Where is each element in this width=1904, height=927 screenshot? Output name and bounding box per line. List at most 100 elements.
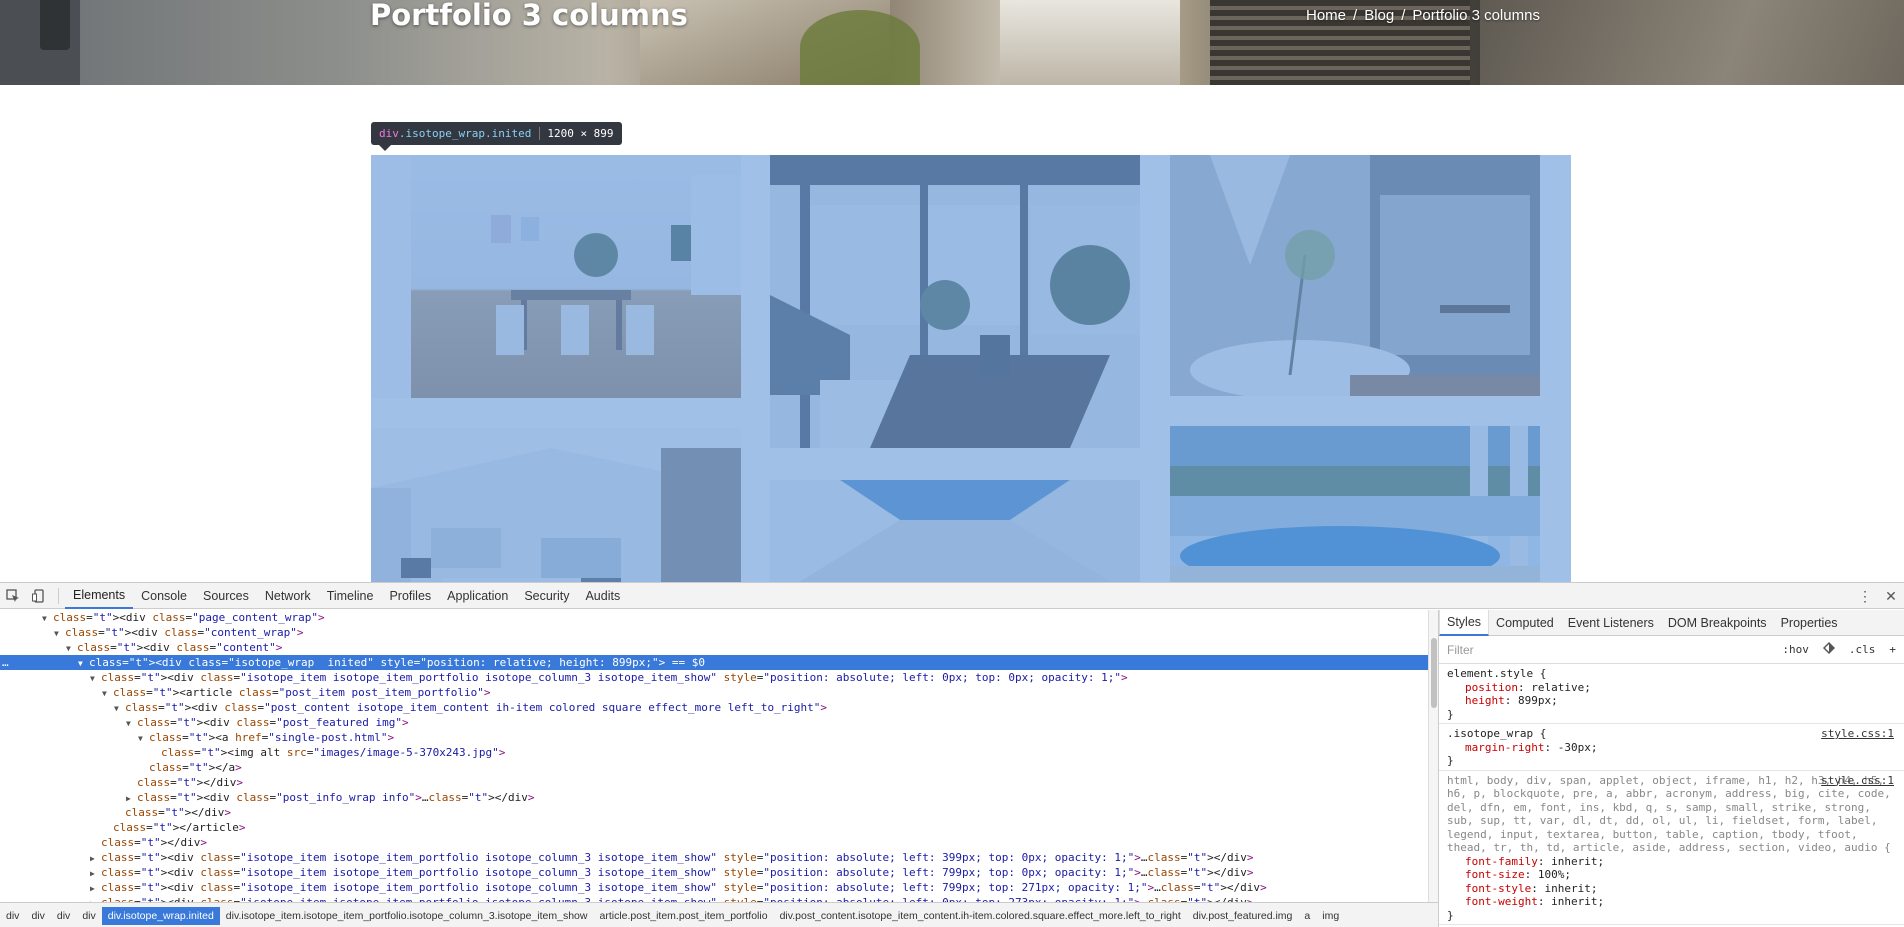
style-rule[interactable]: .isotope_wrap {style.css:1 margin-right: … bbox=[1439, 724, 1904, 771]
collapse-arrow-icon[interactable]: ▶ bbox=[126, 791, 137, 806]
class-toggle[interactable]: .cls bbox=[1849, 643, 1876, 656]
tab-styles[interactable]: Styles bbox=[1439, 610, 1490, 636]
dom-breadcrumb-item[interactable]: div bbox=[51, 907, 76, 925]
portfolio-item-dining-room[interactable] bbox=[371, 155, 741, 398]
tab-security[interactable]: Security bbox=[516, 583, 577, 609]
dom-breadcrumb-item[interactable]: div.isotope_item.isotope_item_portfolio.… bbox=[220, 907, 594, 925]
styles-filter-input[interactable]: Filter bbox=[1447, 643, 1768, 657]
dom-node-markup: class="t"></div> bbox=[101, 836, 207, 849]
dom-node-line[interactable]: … ▼ class="t"><div class="isotope_wrap ini… bbox=[0, 655, 1428, 670]
expand-arrow-icon[interactable]: ▼ bbox=[102, 686, 113, 701]
expand-arrow-icon[interactable]: ▼ bbox=[78, 656, 89, 671]
portfolio-item-pool[interactable] bbox=[1170, 426, 1540, 582]
style-rule[interactable]: element.style {position: relative; height… bbox=[1439, 664, 1904, 724]
tab-event-listeners[interactable]: Event Listeners bbox=[1561, 610, 1661, 636]
dom-breadcrumb-item[interactable]: div.post_content.isotope_item_content.ih… bbox=[774, 907, 1187, 925]
scrollbar-thumb[interactable] bbox=[1431, 638, 1437, 708]
hover-state-toggle[interactable]: :hov bbox=[1782, 643, 1809, 656]
portfolio-item-courtyard[interactable] bbox=[1170, 155, 1540, 396]
dom-breadcrumb-item[interactable]: img bbox=[1316, 907, 1345, 925]
dom-breadcrumb-item[interactable]: div bbox=[76, 907, 101, 925]
more-options-icon[interactable]: ⋮ bbox=[1852, 583, 1878, 609]
dom-node-markup: class="t"><div class="post_content isoto… bbox=[125, 701, 828, 714]
tab-profiles[interactable]: Profiles bbox=[381, 583, 439, 609]
dom-node-line[interactable]: ▼ class="t"><div class="content"> bbox=[0, 640, 1428, 655]
portfolio-item-living-room[interactable] bbox=[770, 155, 1140, 448]
dom-node-line[interactable]: class="t"></div> bbox=[0, 835, 1428, 850]
collapse-arrow-icon[interactable]: ▶ bbox=[90, 866, 101, 881]
dom-node-line[interactable]: ▶class="t"><div class="isotope_item isot… bbox=[0, 895, 1428, 902]
tab-properties[interactable]: Properties bbox=[1774, 610, 1845, 636]
dom-node-line[interactable]: ▼ class="t"><article class="post_item pos… bbox=[0, 685, 1428, 700]
rule-selector: element.style { bbox=[1447, 667, 1547, 680]
style-property[interactable]: font-weight: inherit; bbox=[1447, 895, 1896, 909]
collapse-arrow-icon[interactable]: ▶ bbox=[90, 881, 101, 896]
tab-console[interactable]: Console bbox=[133, 583, 195, 609]
dom-breadcrumb-item[interactable]: div bbox=[25, 907, 50, 925]
style-property[interactable]: font-family: inherit; bbox=[1447, 855, 1896, 869]
portfolio-item-kitchen[interactable] bbox=[371, 428, 741, 582]
dom-node-markup: class="t"><div class="content"> bbox=[77, 641, 283, 654]
dom-node-markup: class="t"><div class="isotope_item isoto… bbox=[101, 881, 1267, 894]
dom-node-markup: class="t"><div class="isotope_wrap inite… bbox=[89, 656, 705, 669]
style-property[interactable]: font-size: 100%; bbox=[1447, 868, 1896, 882]
dom-node-line[interactable]: ▼ class="t"><div class="isotope_item isot… bbox=[0, 670, 1428, 685]
style-property[interactable]: position: relative; bbox=[1447, 681, 1896, 695]
dom-node-line[interactable]: ▼ class="t"><div class="post_content isot… bbox=[0, 700, 1428, 715]
tab-network[interactable]: Network bbox=[257, 583, 319, 609]
expand-arrow-icon[interactable]: ▼ bbox=[90, 671, 101, 686]
close-icon[interactable]: ✕ bbox=[1878, 583, 1904, 609]
expand-arrow-icon[interactable]: ▼ bbox=[54, 626, 65, 641]
breadcrumb-blog-link[interactable]: Blog bbox=[1364, 7, 1394, 24]
portfolio-item-skylight[interactable] bbox=[770, 480, 1140, 582]
style-rule[interactable]: html, body, div, span, applet, object, i… bbox=[1439, 771, 1904, 925]
dom-node-line[interactable]: ▶class="t"><div class="isotope_item isot… bbox=[0, 850, 1428, 865]
dom-node-line[interactable]: ▶class="t"><div class="isotope_item isot… bbox=[0, 865, 1428, 880]
dom-node-line[interactable]: ▼ class="t"><a href="single-post.html"> bbox=[0, 730, 1428, 745]
dom-node-line[interactable]: class="t"></div> bbox=[0, 805, 1428, 820]
collapse-arrow-icon[interactable]: ▶ bbox=[90, 851, 101, 866]
dom-node-markup: class="t"><div class="page_content_wrap"… bbox=[53, 611, 325, 624]
tab-dom-breakpoints[interactable]: DOM Breakpoints bbox=[1661, 610, 1774, 636]
dom-node-line[interactable]: class="t"></div> bbox=[0, 775, 1428, 790]
style-property[interactable]: font-style: inherit; bbox=[1447, 882, 1896, 896]
expand-arrow-icon[interactable]: ▼ bbox=[42, 611, 53, 626]
inspect-element-icon[interactable] bbox=[0, 583, 26, 609]
dom-breadcrumb-item[interactable]: div.post_featured.img bbox=[1187, 907, 1299, 925]
breadcrumb-home-link[interactable]: Home bbox=[1306, 7, 1346, 24]
expand-arrow-icon[interactable]: ▼ bbox=[66, 641, 77, 656]
dom-breadcrumb-item[interactable]: div bbox=[0, 907, 25, 925]
style-property[interactable]: margin-right: -30px; bbox=[1447, 741, 1896, 755]
tab-audits[interactable]: Audits bbox=[577, 583, 628, 609]
dom-breadcrumb-item[interactable]: article.post_item.post_item_portfolio bbox=[593, 907, 773, 925]
rule-source-link[interactable]: style.css:1 bbox=[1821, 774, 1894, 788]
dom-node-line[interactable]: ▼ class="t"><div class="content_wrap"> bbox=[0, 625, 1428, 640]
dom-node-line[interactable]: ▼ class="t"><div class="page_content_wrap… bbox=[0, 610, 1428, 625]
add-rule-icon[interactable]: + bbox=[1889, 643, 1896, 656]
tab-application[interactable]: Application bbox=[439, 583, 516, 609]
dom-breadcrumb-item[interactable]: a bbox=[1298, 907, 1316, 925]
tab-computed[interactable]: Computed bbox=[1489, 610, 1561, 636]
expand-arrow-icon[interactable]: ▼ bbox=[126, 716, 137, 731]
style-property[interactable]: height: 899px; bbox=[1447, 694, 1896, 708]
dom-node-line[interactable]: ▶ class="t"><div class="post_info_wrap in… bbox=[0, 790, 1428, 805]
tab-sources[interactable]: Sources bbox=[195, 583, 257, 609]
color-format-icon[interactable] bbox=[1822, 642, 1835, 657]
dom-tree[interactable]: ▼ class="t"><div class="page_content_wrap… bbox=[0, 610, 1428, 902]
dom-node-line[interactable]: class="t"></article> bbox=[0, 820, 1428, 835]
property-name: margin-right bbox=[1465, 740, 1545, 754]
dom-tree-scrollbar[interactable] bbox=[1428, 610, 1438, 902]
dom-node-line[interactable]: ▶class="t"><div class="isotope_item isot… bbox=[0, 880, 1428, 895]
dom-breadcrumb-item[interactable]: div.isotope_wrap.inited bbox=[101, 906, 220, 925]
dom-node-line[interactable]: class="t"><img alt src="images/image-5-3… bbox=[0, 745, 1428, 760]
tab-elements[interactable]: Elements bbox=[65, 583, 134, 609]
dom-node-line[interactable]: ▼ class="t"><div class="post_featured img… bbox=[0, 715, 1428, 730]
device-toolbar-icon[interactable] bbox=[26, 583, 52, 609]
expand-arrow-icon[interactable]: ▼ bbox=[114, 701, 125, 716]
devtools-panel: Elements Console Sources Network Timelin… bbox=[0, 582, 1904, 927]
inspect-element-tooltip: div .isotope_wrap.inited 1200 × 899 bbox=[371, 122, 622, 151]
tab-timeline[interactable]: Timeline bbox=[319, 583, 382, 609]
expand-arrow-icon[interactable]: ▼ bbox=[138, 731, 149, 746]
dom-node-line[interactable]: class="t"></a> bbox=[0, 760, 1428, 775]
rule-source-link[interactable]: style.css:1 bbox=[1821, 727, 1894, 741]
